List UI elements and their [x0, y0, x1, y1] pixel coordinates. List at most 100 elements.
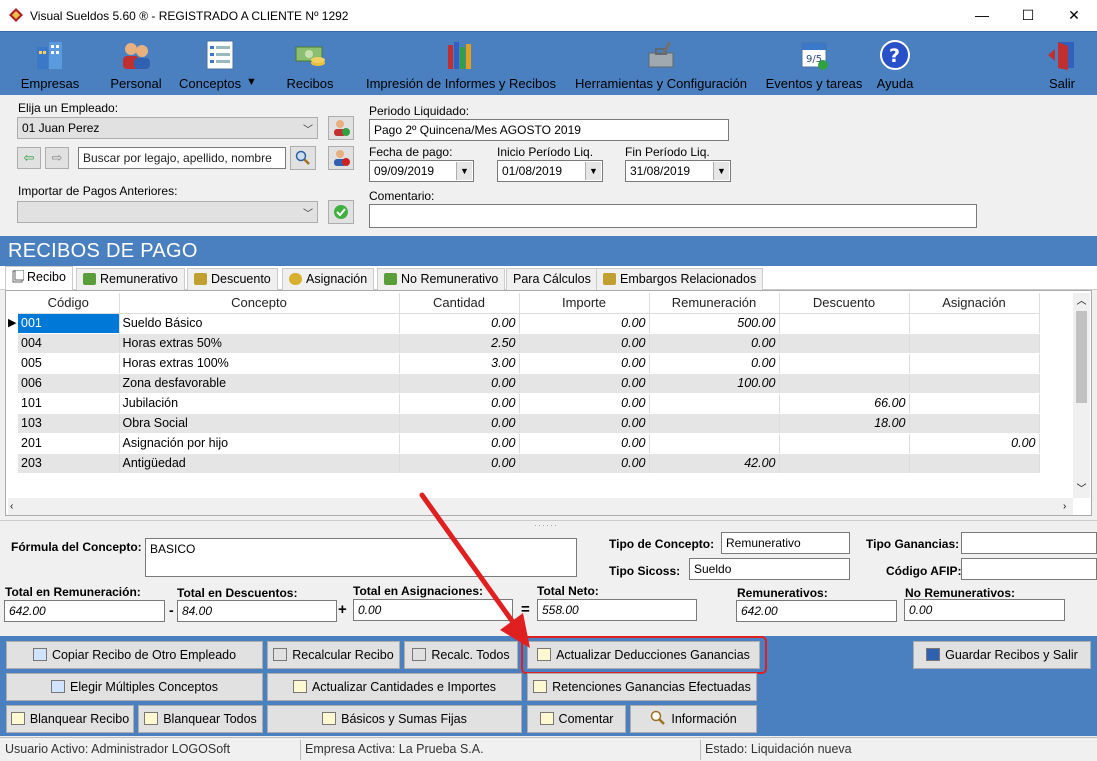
table-cell[interactable]: 66.00	[779, 393, 910, 414]
table-cell[interactable]: 18.00	[779, 413, 910, 434]
table-cell[interactable]	[649, 413, 780, 434]
table-cell[interactable]: 203	[18, 453, 120, 474]
table-cell[interactable]: Horas extras 50%	[119, 333, 400, 354]
table-cell[interactable]: Asignación por hijo	[119, 433, 400, 454]
table-cell[interactable]: 0.00	[399, 413, 520, 434]
remove-employee-button[interactable]	[328, 146, 354, 170]
toolbar-recibos[interactable]: Recibos	[280, 32, 340, 96]
table-cell[interactable]	[649, 393, 780, 414]
arrow-right-icon[interactable]: ⇨	[45, 147, 69, 169]
table-cell[interactable]: 0.00	[399, 453, 520, 474]
column-header[interactable]: Descuento	[779, 293, 910, 314]
table-cell[interactable]: Obra Social	[119, 413, 400, 434]
codigo-afip-input[interactable]	[961, 558, 1097, 580]
table-cell[interactable]: Horas extras 100%	[119, 353, 400, 374]
toolbar-eventos[interactable]: 9/5 Eventos y tareas	[764, 32, 864, 96]
table-cell[interactable]: 004	[18, 333, 120, 354]
table-cell[interactable]: 0.00	[649, 333, 780, 354]
table-cell[interactable]	[909, 313, 1040, 334]
table-cell[interactable]: 0.00	[399, 393, 520, 414]
comentar-button[interactable]: Comentar	[527, 705, 626, 733]
tab-descuento[interactable]: Descuento	[187, 268, 278, 290]
close-button[interactable]: ✕	[1051, 0, 1097, 31]
table-cell[interactable]: 0.00	[649, 353, 780, 374]
table-cell[interactable]	[779, 453, 910, 474]
search-input[interactable]: Buscar por legajo, apellido, nombre	[78, 147, 286, 169]
scroll-up-icon[interactable]: ︿	[1073, 293, 1090, 310]
pay-date-picker[interactable]: 09/09/2019 ▼	[369, 160, 474, 182]
copiar-recibo-button[interactable]: Copiar Recibo de Otro Empleado	[6, 641, 263, 669]
column-header[interactable]: Código	[18, 293, 120, 314]
tab-para-calculos[interactable]: Para Cálculos	[506, 268, 598, 290]
table-cell[interactable]: 0.00	[519, 453, 650, 474]
table-row[interactable]: 004 Horas extras 50% 2.50 0.00 0.00	[18, 333, 1040, 354]
table-cell[interactable]	[909, 333, 1040, 354]
blanquear-recibo-button[interactable]: Blanquear Recibo	[6, 705, 134, 733]
table-row[interactable]: 005 Horas extras 100% 3.00 0.00 0.00	[18, 353, 1040, 374]
table-cell[interactable]: 005	[18, 353, 120, 374]
comment-input[interactable]	[369, 204, 977, 228]
table-cell[interactable]: 2.50	[399, 333, 520, 354]
tab-no-remunerativo[interactable]: No Remunerativo	[377, 268, 506, 290]
table-cell[interactable]: 0.00	[519, 333, 650, 354]
table-cell[interactable]	[779, 373, 910, 394]
table-cell[interactable]: 006	[18, 373, 120, 394]
column-header[interactable]: Remuneración	[649, 293, 780, 314]
table-cell[interactable]: 0.00	[399, 373, 520, 394]
table-cell[interactable]: 0.00	[399, 313, 520, 334]
table-cell[interactable]: 0.00	[519, 313, 650, 334]
search-button[interactable]	[290, 146, 316, 170]
scroll-down-icon[interactable]: ﹀	[1073, 481, 1090, 498]
import-confirm-button[interactable]	[328, 200, 354, 224]
table-cell[interactable]: 0.00	[399, 433, 520, 454]
table-cell[interactable]: 42.00	[649, 453, 780, 474]
start-date-picker[interactable]: 01/08/2019 ▼	[497, 160, 603, 182]
table-cell[interactable]	[779, 433, 910, 454]
concepts-grid[interactable]: ▶ Código Concepto Cantidad Importe Remun…	[5, 290, 1092, 516]
employee-select[interactable]: 01 Juan Perez ﹀	[17, 117, 318, 139]
import-select[interactable]: ﹀	[17, 201, 318, 223]
guardar-recibos-button[interactable]: Guardar Recibos y Salir	[913, 641, 1091, 669]
table-cell[interactable]: Jubilación	[119, 393, 400, 414]
basicos-sumas-button[interactable]: Básicos y Sumas Fijas	[267, 705, 522, 733]
table-cell[interactable]: Antigüedad	[119, 453, 400, 474]
table-cell[interactable]: 201	[18, 433, 120, 454]
table-row[interactable]: 001 Sueldo Básico 0.00 0.00 500.00	[18, 313, 1040, 334]
add-employee-button[interactable]	[328, 116, 354, 140]
table-cell[interactable]	[909, 353, 1040, 374]
scroll-right-icon[interactable]: ›	[1063, 498, 1066, 515]
actualizar-cantidades-button[interactable]: Actualizar Cantidades e Importes	[267, 673, 522, 701]
scroll-left-icon[interactable]: ‹	[10, 498, 13, 515]
retenciones-button[interactable]: Retenciones Ganancias Efectuadas	[527, 673, 757, 701]
table-cell[interactable]: 100.00	[649, 373, 780, 394]
scrollbar-thumb[interactable]	[1076, 311, 1087, 403]
table-row[interactable]: 201 Asignación por hijo 0.00 0.00 0.00	[18, 433, 1040, 454]
table-cell[interactable]	[909, 393, 1040, 414]
table-cell[interactable]: 0.00	[519, 433, 650, 454]
table-row[interactable]: 203 Antigüedad 0.00 0.00 42.00	[18, 453, 1040, 474]
toolbar-empresas[interactable]: Empresas	[14, 32, 86, 96]
tab-embargos[interactable]: Embargos Relacionados	[596, 268, 764, 290]
table-cell[interactable]: 500.00	[649, 313, 780, 334]
chevron-down-icon[interactable]: ▼	[246, 76, 257, 88]
table-cell[interactable]: 101	[18, 393, 120, 414]
elegir-conceptos-button[interactable]: Elegir Múltiples Conceptos	[6, 673, 263, 701]
column-header[interactable]: Importe	[519, 293, 650, 314]
table-cell[interactable]: 0.00	[519, 393, 650, 414]
toolbar-personal[interactable]: Personal	[104, 32, 168, 96]
recalcular-recibo-button[interactable]: Recalcular Recibo	[267, 641, 400, 669]
end-date-picker[interactable]: 31/08/2019 ▼	[625, 160, 731, 182]
table-row[interactable]: 101 Jubilación 0.00 0.00 66.00	[18, 393, 1040, 414]
table-cell[interactable]	[909, 453, 1040, 474]
tipo-sicoss-input[interactable]: Sueldo	[689, 558, 850, 580]
vertical-scrollbar[interactable]: ︿ ﹀	[1073, 293, 1090, 498]
table-cell[interactable]	[779, 353, 910, 374]
period-input[interactable]: Pago 2º Quincena/Mes AGOSTO 2019	[369, 119, 729, 141]
table-cell[interactable]: 0.00	[519, 373, 650, 394]
table-cell[interactable]	[909, 413, 1040, 434]
toolbar-herramientas[interactable]: Herramientas y Configuración	[574, 32, 748, 96]
tab-recibo[interactable]: Recibo	[5, 266, 73, 290]
tab-asignacion[interactable]: Asignación	[282, 268, 375, 290]
table-cell[interactable]	[909, 373, 1040, 394]
column-header[interactable]: Concepto	[119, 293, 400, 314]
